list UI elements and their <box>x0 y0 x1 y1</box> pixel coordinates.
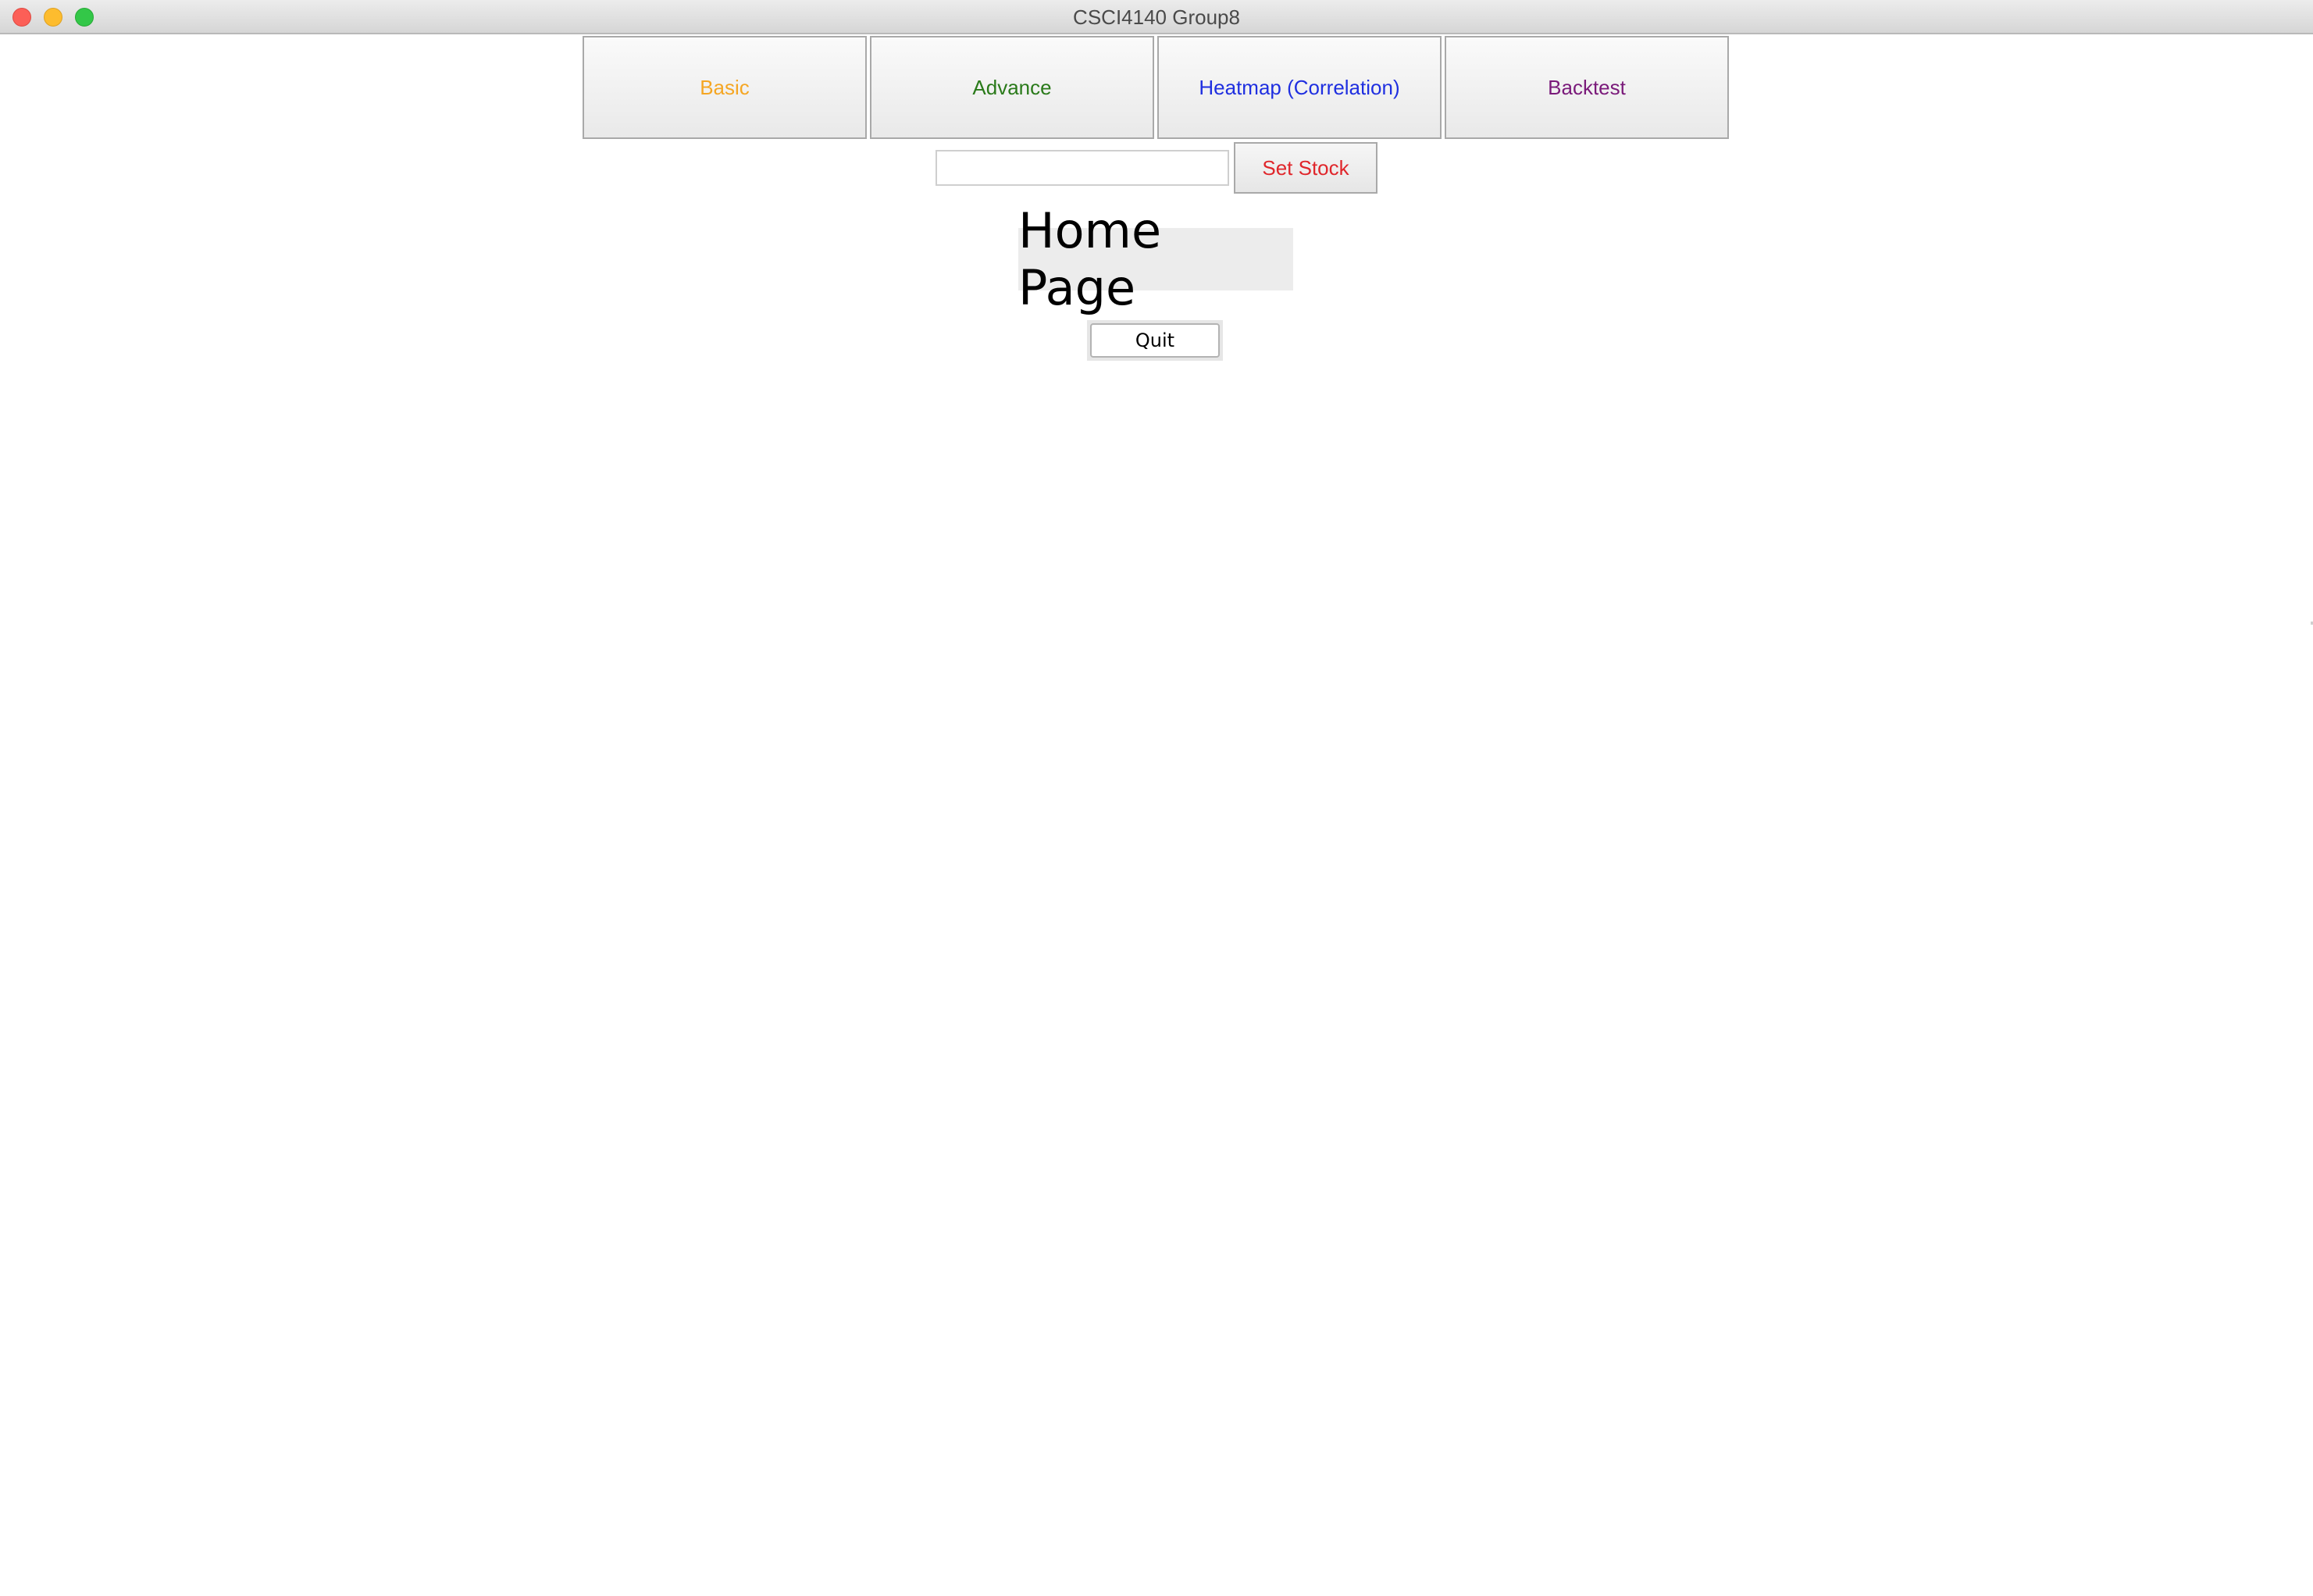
page-title: Home Page <box>1018 202 1293 316</box>
title-bar: CSCI4140 Group8 <box>0 0 2313 34</box>
stock-symbol-input[interactable] <box>936 150 1229 186</box>
tab-backtest[interactable]: Backtest <box>1445 36 1729 139</box>
quit-button[interactable]: Quit <box>1090 323 1220 358</box>
quit-button-frame: Quit <box>1087 320 1223 361</box>
tab-advance[interactable]: Advance <box>870 36 1154 139</box>
tab-basic[interactable]: Basic <box>583 36 867 139</box>
tab-heatmap-label: Heatmap (Correlation) <box>1199 75 1400 99</box>
tab-advance-label: Advance <box>972 75 1052 99</box>
set-stock-button-label: Set Stock <box>1262 155 1349 180</box>
window-title: CSCI4140 Group8 <box>1073 5 1240 29</box>
set-stock-button[interactable]: Set Stock <box>1234 142 1377 194</box>
app-window: CSCI4140 Group8 Basic Advance Heatmap (C… <box>0 0 2313 1596</box>
tab-backtest-label: Backtest <box>1548 75 1626 99</box>
tab-heatmap[interactable]: Heatmap (Correlation) <box>1157 36 1442 139</box>
quit-button-label: Quit <box>1135 330 1175 351</box>
tab-basic-label: Basic <box>700 75 750 99</box>
